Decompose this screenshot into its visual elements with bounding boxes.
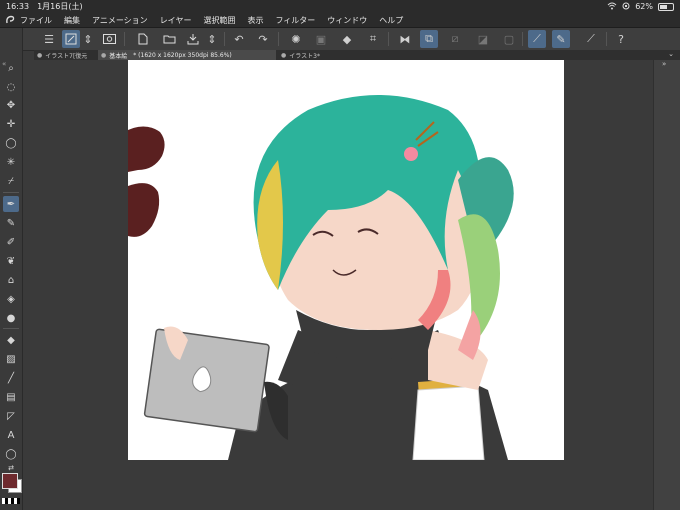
undo-icon[interactable]: ↶ [230, 30, 248, 48]
save-icon[interactable] [184, 30, 202, 48]
redo-icon[interactable]: ↷ [254, 30, 272, 48]
menu-view[interactable]: 表示 [247, 15, 263, 26]
menu-edit[interactable]: 編集 [64, 15, 80, 26]
magic-wand-icon[interactable]: ✳ [3, 154, 19, 170]
fill-icon[interactable]: ◆ [338, 30, 356, 48]
menu-animation[interactable]: アニメーション [92, 15, 148, 26]
toolbar-divider [124, 32, 125, 46]
battery-icon [658, 2, 674, 11]
orientation-lock-icon [622, 2, 630, 12]
help-icon[interactable]: ? [612, 30, 630, 48]
menu-filter[interactable]: フィルター [275, 15, 315, 26]
gradient-icon[interactable]: ▨ [3, 351, 19, 367]
new-file-icon[interactable] [134, 30, 152, 48]
eyedropper-icon[interactable]: ⌿ [3, 173, 19, 189]
airbrush-icon[interactable]: ❦ [3, 253, 19, 269]
close-icon[interactable]: ● [101, 52, 106, 59]
zoom-icon[interactable]: ⌕ [3, 60, 19, 76]
grid-icon[interactable]: ◪ [474, 30, 492, 48]
loading-icon[interactable]: ✺ [287, 30, 305, 48]
tab-label: イラスト3* [289, 52, 320, 60]
tool-divider [3, 328, 19, 329]
text-icon[interactable]: A [3, 427, 19, 443]
reference-icon[interactable]: ⧄ [446, 30, 464, 48]
crop-icon[interactable]: ⌗ [364, 30, 382, 48]
tool-palette: « ⌕ ◌ ✥ ✛ ◯ ✳ ⌿ ✒ ✎ ✐ ❦ ⌂ ◈ ● ◆ ▨ ╱ ▤ ◸ … [0, 28, 23, 510]
fill-bucket-icon[interactable]: ◆ [3, 332, 19, 348]
tool-divider [3, 192, 19, 193]
main-color-swatch[interactable] [2, 473, 18, 489]
open-folder-icon[interactable] [160, 30, 178, 48]
eye-icon[interactable] [100, 30, 118, 48]
tab-illustration7[interactable]: ● イラスト7[復元 [34, 50, 98, 60]
blend-icon[interactable]: ● [3, 310, 19, 326]
frame-icon[interactable]: ▤ [3, 389, 19, 405]
pencil-icon[interactable]: ✎ [3, 215, 19, 231]
document-tabs: ● イラスト7[復元 ● 基本絵 * (1620 x 1620px 350dpi 85… [34, 50, 680, 60]
menu-icon[interactable]: ☰ [40, 30, 58, 48]
loupe-icon[interactable]: ◯ [3, 135, 19, 151]
tab-basic[interactable]: ● 基本絵 * (1620 x 1620px 350dpi 85.6%) [98, 50, 276, 60]
menu-window[interactable]: ウィンドウ [327, 15, 367, 26]
decoration-icon[interactable]: ⌂ [3, 272, 19, 288]
battery-fill [660, 4, 668, 9]
menu-bar: ファイル 編集 アニメーション レイヤー 選択範囲 表示 フィルター ウィンドウ… [0, 13, 680, 28]
stepper-icon[interactable]: ⇕ [82, 30, 94, 48]
toolbar-divider [224, 32, 225, 46]
menu-help[interactable]: ヘルプ [379, 15, 403, 26]
eraser-icon[interactable]: ◈ [3, 291, 19, 307]
battery-percent: 62% [635, 2, 653, 11]
toolbar-divider [522, 32, 523, 46]
menu-selection[interactable]: 選択範囲 [203, 15, 235, 26]
line-icon[interactable]: ╱ [3, 370, 19, 386]
toolbar-divider [278, 32, 279, 46]
vector-icon[interactable]: ⟋ [582, 30, 600, 48]
select-icon[interactable]: ✥ [3, 97, 19, 113]
ruler-icon[interactable]: ▢ [500, 30, 518, 48]
menu-file[interactable]: ファイル [20, 15, 52, 26]
status-right: 62% [607, 0, 674, 13]
drawing-canvas[interactable] [128, 60, 564, 460]
status-time: 16:33 [6, 2, 30, 11]
tab-illustration3[interactable]: ● イラスト3* [278, 50, 348, 60]
lasso-icon[interactable]: ◌ [3, 79, 19, 95]
print-icon[interactable]: ⇕ [206, 30, 218, 48]
tab-detail: * (1620 x 1620px 350dpi 85.6%) [133, 51, 232, 59]
brush-icon[interactable]: ✐ [3, 234, 19, 250]
close-icon[interactable]: ● [37, 52, 42, 59]
stabilizer-icon[interactable]: ⟋ [528, 30, 546, 48]
pen-icon[interactable]: ✒ [3, 196, 19, 212]
close-icon[interactable]: ● [281, 52, 286, 59]
clear-icon[interactable]: ▣ [312, 30, 330, 48]
command-bar: ☰ ⇕ ⇕ ↶ ↷ ✺ ▣ ◆ ⌗ ⧓ ⧉ ⧄ ◪ ▢ ⟋ ✎ ⟋ ? [0, 28, 680, 51]
right-panel[interactable]: » [653, 60, 680, 510]
flip-icon[interactable]: ⧓ [396, 30, 414, 48]
chevron-down-icon[interactable]: ⌄ [668, 50, 674, 60]
transparent-color-swatch[interactable] [2, 498, 20, 504]
toolbar-divider [388, 32, 389, 46]
tab-label: イラスト7[復元 [45, 52, 88, 60]
clip-studio-logo-icon[interactable] [0, 13, 20, 27]
wifi-icon [607, 2, 617, 12]
status-bar: 16:33 1月16日(土) 62% [0, 0, 680, 13]
menu-layer[interactable]: レイヤー [160, 15, 192, 26]
tab-label: 基本絵 [109, 52, 128, 60]
status-date: 1月16日(土) [37, 2, 83, 11]
toolbar-divider [606, 32, 607, 46]
move-icon[interactable]: ✛ [3, 116, 19, 132]
artwork [128, 95, 514, 460]
ruler-tool-icon[interactable]: ◸ [3, 408, 19, 424]
transform-icon[interactable]: ⧉ [420, 30, 438, 48]
collapse-right-icon[interactable]: » [662, 60, 666, 68]
pen-settings-icon[interactable]: ✎ [552, 30, 570, 48]
quick-access-icon[interactable] [62, 30, 80, 48]
